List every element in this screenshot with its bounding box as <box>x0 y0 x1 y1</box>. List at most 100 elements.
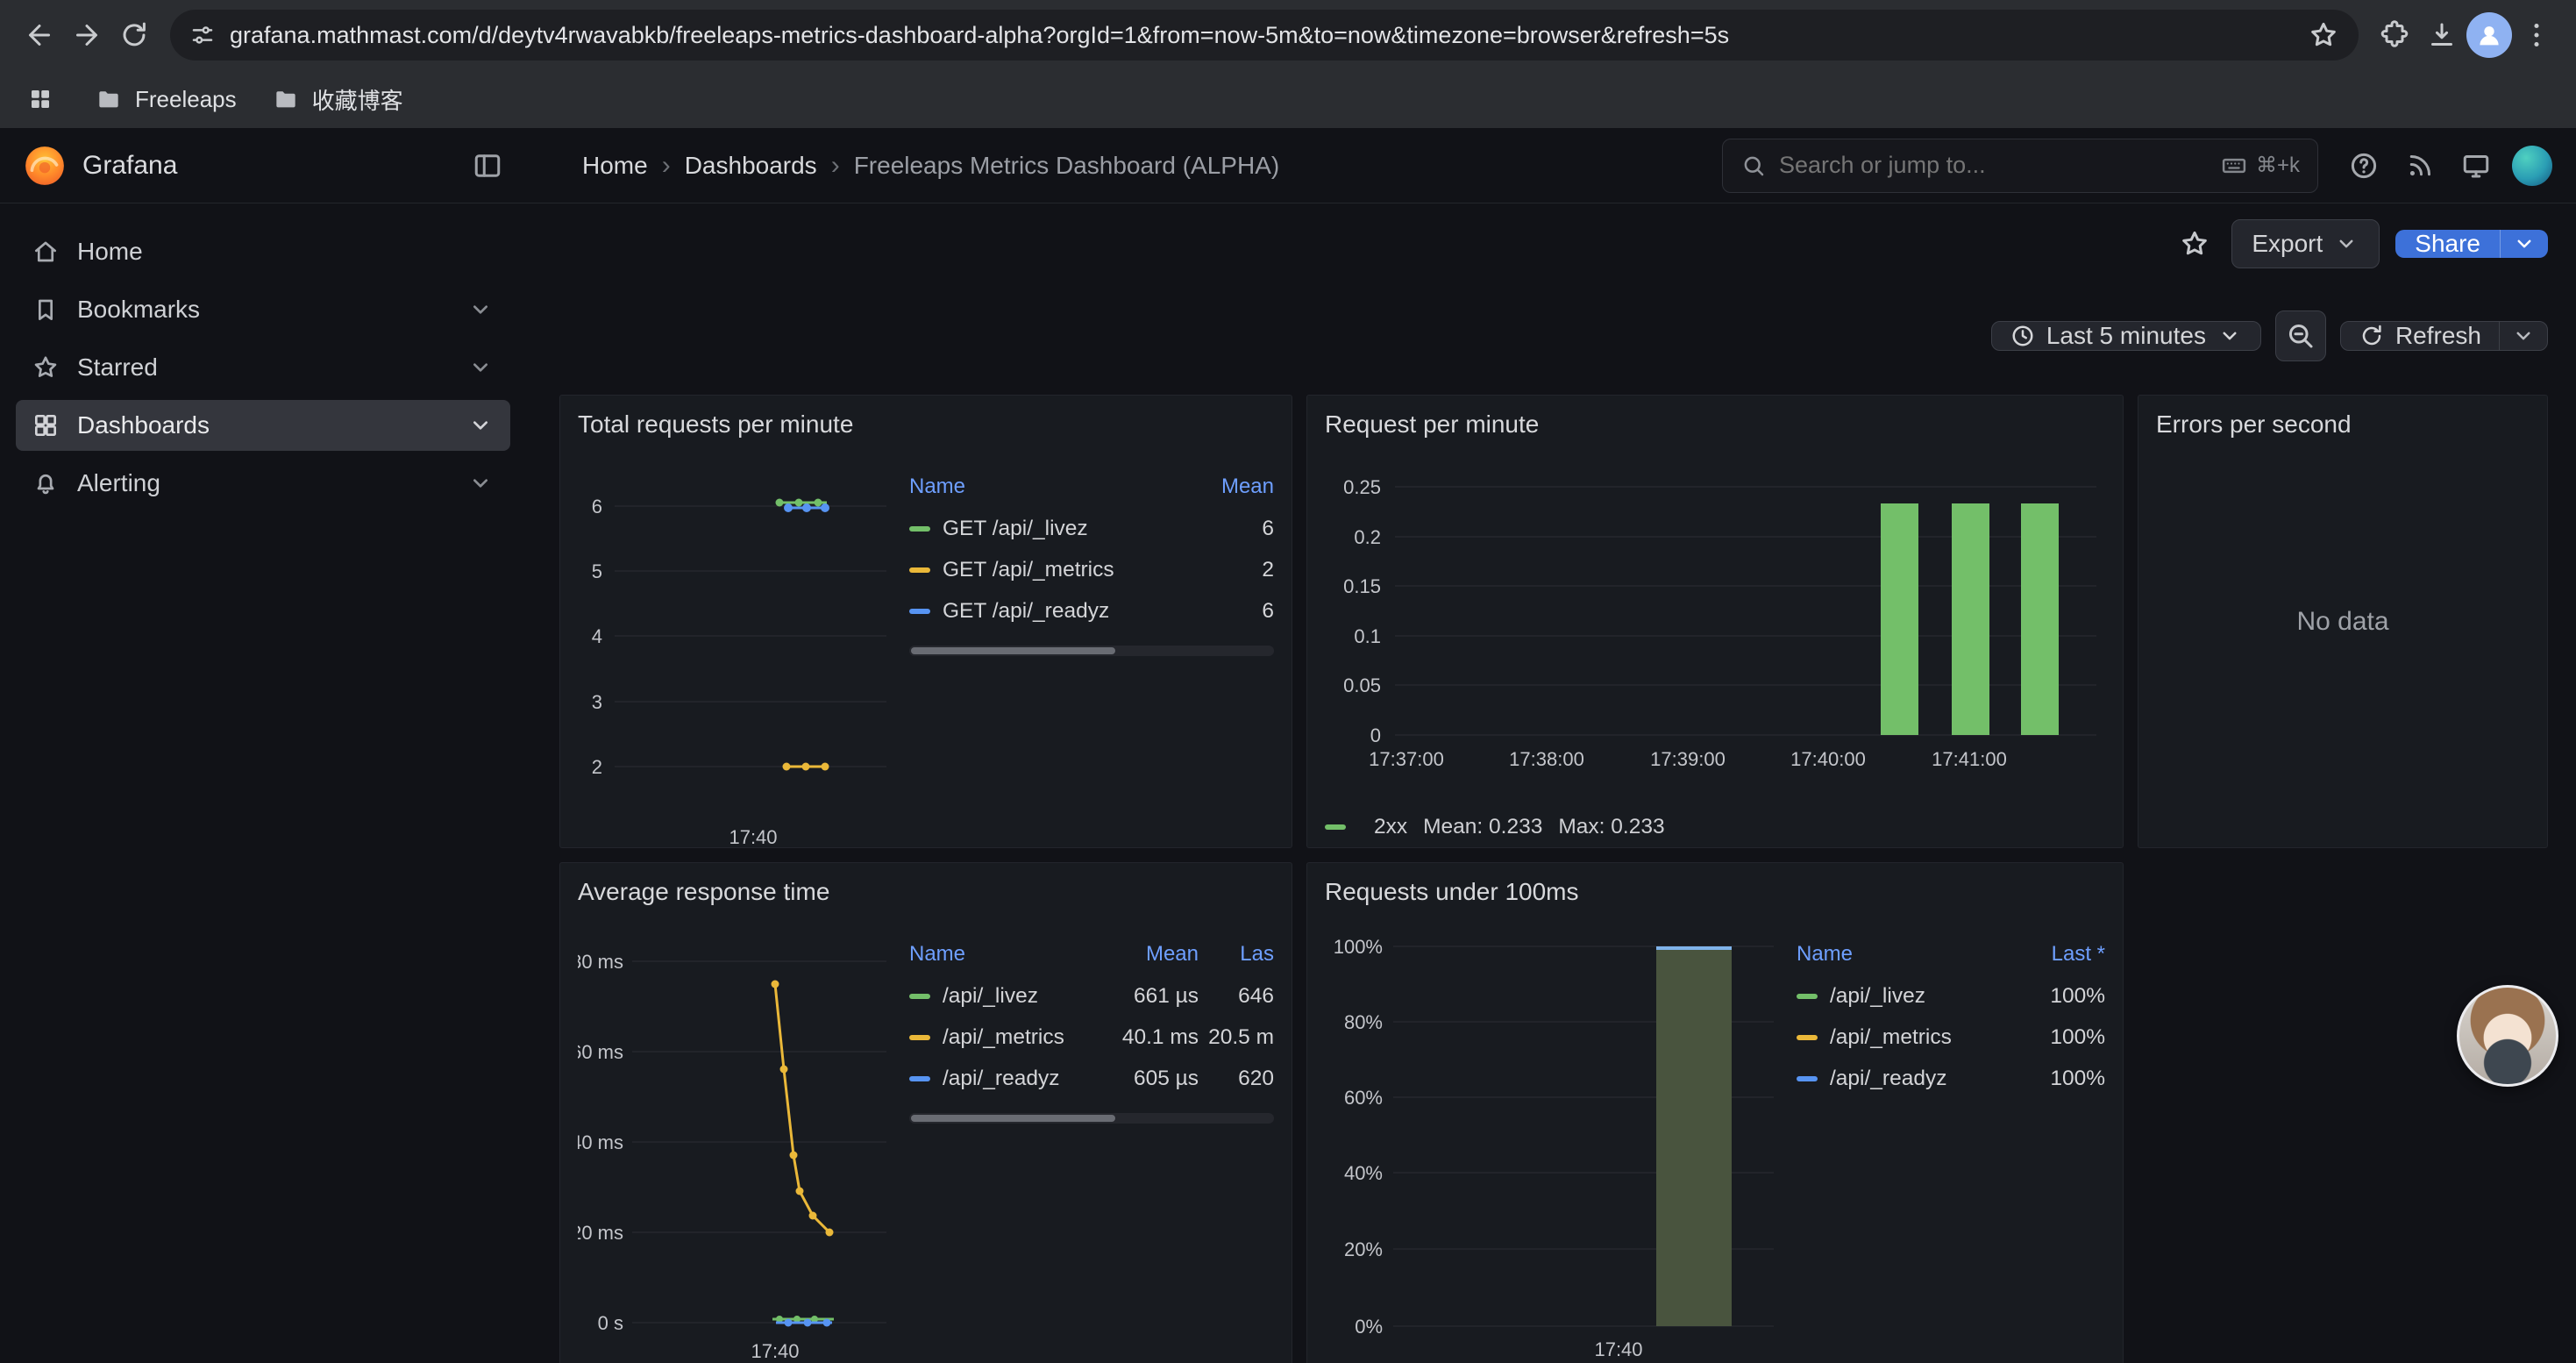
nav-icon-group <box>2341 143 2555 189</box>
legend-row[interactable]: GET /api/_metrics 2 <box>909 549 1274 590</box>
refresh-split-button: Refresh <box>2340 321 2548 351</box>
bookmark-star-icon[interactable] <box>2308 19 2339 51</box>
browser-menu-button[interactable] <box>2513 11 2560 59</box>
extensions-button[interactable] <box>2371 11 2418 59</box>
breadcrumb-separator: › <box>831 151 840 181</box>
share-menu-button[interactable] <box>2500 230 2548 258</box>
legend-row[interactable]: /api/_metrics 40.1 ms 20.5 m <box>909 1017 1274 1058</box>
bookmark-label: 收藏博客 <box>312 83 403 116</box>
sidebar-item-alerting[interactable]: Alerting <box>16 458 510 509</box>
legend-scrollbar[interactable] <box>909 1113 1274 1124</box>
clock-icon <box>2010 323 2036 349</box>
favorite-dashboard-button[interactable] <box>2174 223 2216 265</box>
series-color-yellow <box>1797 1035 1818 1040</box>
floating-assistant-avatar[interactable] <box>2457 985 2558 1087</box>
export-button[interactable]: Export <box>2231 219 2380 268</box>
share-button[interactable]: Share <box>2395 230 2500 258</box>
folder-icon <box>272 85 300 113</box>
sidebar-item-bookmarks[interactable]: Bookmarks <box>16 284 510 335</box>
time-range-picker[interactable]: Last 5 minutes <box>1991 321 2261 351</box>
legend-row[interactable]: /api/_livez 661 µs 646 <box>909 975 1274 1017</box>
svg-text:0%: 0% <box>1355 1316 1383 1338</box>
address-bar[interactable]: grafana.mathmast.com/d/deytv4rwavabkb/fr… <box>170 10 2359 61</box>
legend-row[interactable]: /api/_readyz 605 µs 620 <box>909 1058 1274 1099</box>
display-button[interactable] <box>2453 143 2499 189</box>
back-button[interactable] <box>16 11 63 59</box>
refresh-interval-button[interactable] <box>2499 322 2547 350</box>
breadcrumb-dashboards[interactable]: Dashboards <box>685 152 817 180</box>
panel-title[interactable]: Average response time <box>578 877 1274 907</box>
chevron-down-icon <box>2333 231 2359 257</box>
sidebar-item-home[interactable]: Home <box>16 226 510 277</box>
chevron-down-icon[interactable] <box>466 411 495 439</box>
legend-col-mean[interactable]: Mean <box>1067 942 1199 967</box>
refresh-icon <box>2359 323 2385 349</box>
news-button[interactable] <box>2397 143 2443 189</box>
profile-button[interactable] <box>2466 11 2513 59</box>
panel-left-icon <box>472 150 503 182</box>
zoom-out-time-button[interactable] <box>2275 310 2326 361</box>
legend-col-name[interactable]: Name <box>909 475 1195 499</box>
search-shortcut: ⌘+k <box>2221 153 2300 179</box>
grafana-logo[interactable] <box>23 144 67 188</box>
grafana-app: Grafana Home › Dashboards › Freeleaps Me… <box>0 128 2576 1363</box>
folder-icon <box>95 85 123 113</box>
request-per-minute-chart[interactable]: 0.25 0.2 0.15 0.1 0.05 0 17:37:00 17:38:… <box>1325 452 2107 803</box>
search-box[interactable]: ⌘+k <box>1722 139 2318 193</box>
legend-col-last[interactable]: Las <box>1199 942 1274 967</box>
profile-avatar <box>2466 12 2512 58</box>
legend-col-last[interactable]: Last * <box>2000 942 2105 967</box>
sidebar-item-starred[interactable]: Starred <box>16 342 510 393</box>
svg-text:40 ms: 40 ms <box>578 1131 623 1153</box>
average-response-chart[interactable]: 80 ms 60 ms 40 ms 20 ms 0 s 17:40 <box>578 912 893 1363</box>
panel-title[interactable]: Requests under 100ms <box>1325 877 2105 907</box>
help-button[interactable] <box>2341 143 2387 189</box>
legend-col-mean[interactable]: Mean <box>1195 475 1274 499</box>
refresh-button[interactable]: Refresh <box>2341 322 2499 350</box>
legend-row[interactable]: /api/_metrics 100% <box>1797 1017 2105 1058</box>
dock-menu-button[interactable] <box>472 150 503 182</box>
search-input[interactable] <box>1779 152 2221 179</box>
series-color-green <box>909 994 930 999</box>
downloads-button[interactable] <box>2418 11 2466 59</box>
sidebar-item-dashboards[interactable]: Dashboards <box>16 400 510 451</box>
scrollbar-thumb[interactable] <box>911 647 1115 654</box>
chevron-down-icon[interactable] <box>466 296 495 324</box>
panel-title[interactable]: Total requests per minute <box>578 410 1274 439</box>
sidebar-item-label: Bookmarks <box>77 296 200 324</box>
legend-header: Name Mean <box>909 475 1274 508</box>
forward-button[interactable] <box>63 11 110 59</box>
apps-button[interactable] <box>21 80 60 118</box>
svg-text:17:40: 17:40 <box>1594 1338 1642 1360</box>
star-icon <box>2179 228 2210 260</box>
no-data-container: No data <box>2138 396 2547 847</box>
breadcrumb: Home › Dashboards › Freeleaps Metrics Da… <box>582 151 1279 181</box>
grafana-brand: Grafana <box>82 151 177 181</box>
legend-row[interactable]: /api/_livez 100% <box>1797 975 2105 1017</box>
series-name[interactable]: 2xx <box>1374 815 1407 839</box>
panel-title[interactable]: Request per minute <box>1325 410 2105 439</box>
person-icon <box>2474 20 2504 50</box>
svg-text:60%: 60% <box>1344 1087 1383 1109</box>
site-settings-icon[interactable] <box>189 22 216 48</box>
legend-scrollbar[interactable] <box>909 646 1274 656</box>
chevron-down-icon[interactable] <box>466 469 495 497</box>
bookmark-label: Freeleaps <box>135 86 237 113</box>
legend-row[interactable]: /api/_readyz 100% <box>1797 1058 2105 1099</box>
user-menu-button[interactable] <box>2509 143 2555 189</box>
legend-col-name[interactable]: Name <box>909 942 1067 967</box>
arrow-left-icon <box>24 19 55 51</box>
scrollbar-thumb[interactable] <box>911 1115 1115 1122</box>
breadcrumb-home[interactable]: Home <box>582 152 648 180</box>
bookmark-folder-blogs[interactable]: 收藏博客 <box>272 83 403 116</box>
legend-col-name[interactable]: Name <box>1797 942 2000 967</box>
chevron-down-icon[interactable] <box>466 353 495 382</box>
dashboard-main: Export Share Last 5 minutes <box>526 203 2576 1363</box>
legend-row[interactable]: GET /api/_readyz 6 <box>909 590 1274 632</box>
total-requests-chart[interactable]: 6 5 4 3 2 17:40 <box>578 445 893 848</box>
under-100ms-chart[interactable]: 100% 80% 60% 40% 20% 0% 17:40 <box>1325 912 1781 1363</box>
legend-row[interactable]: GET /api/_livez 6 <box>909 508 1274 549</box>
bookmark-folder-freeleaps[interactable]: Freeleaps <box>95 85 237 113</box>
reload-button[interactable] <box>110 11 158 59</box>
series-color-yellow <box>909 567 930 573</box>
